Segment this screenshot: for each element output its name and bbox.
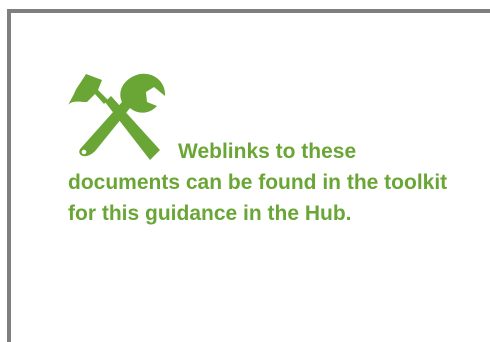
guidance-note: Weblinks to these documents can be found… [68,140,448,225]
